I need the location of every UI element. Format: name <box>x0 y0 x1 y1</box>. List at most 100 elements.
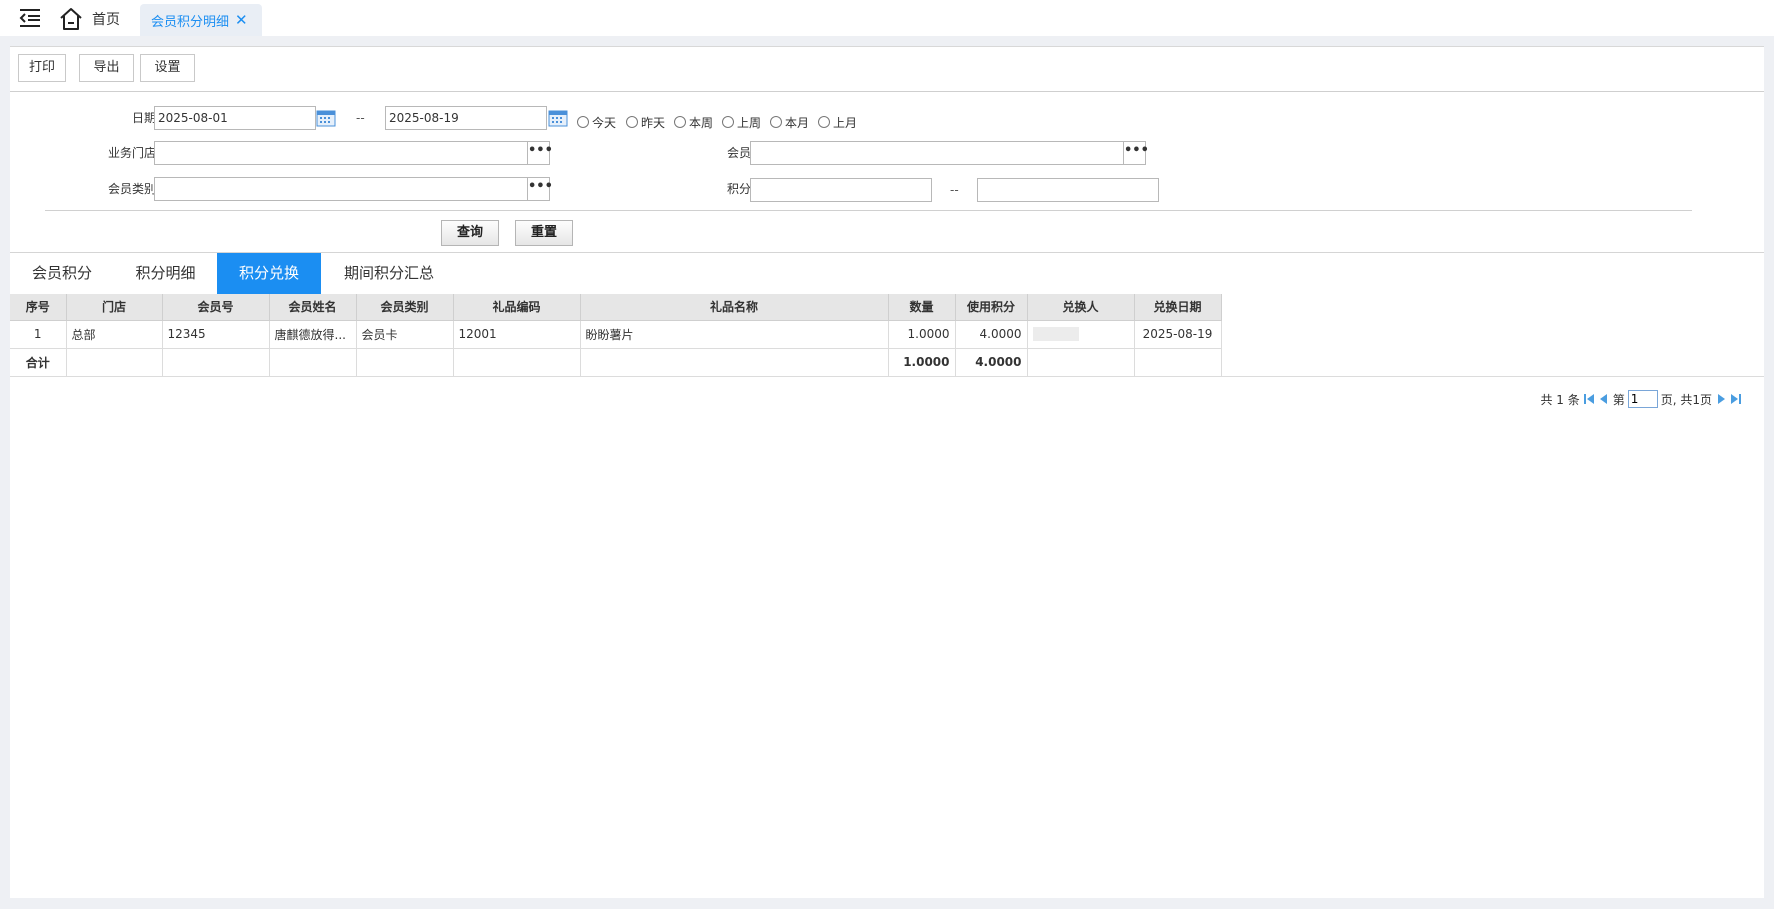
cell-gift-name: 盼盼薯片 <box>580 320 889 349</box>
radio-this-month[interactable]: 本月 <box>770 113 809 131</box>
radio-label: 本月 <box>785 115 810 130</box>
column-header[interactable]: 门店 <box>66 294 163 321</box>
store-input[interactable] <box>154 141 528 165</box>
tab-points-redemption[interactable]: 积分兑换 <box>217 253 321 294</box>
cell-store: 总部 <box>66 320 163 349</box>
table-header-row: 序号 门店 会员号 会员姓名 会员类别 礼品编码 礼品名称 数量 使用积分 兑换… <box>10 294 1222 321</box>
column-header[interactable]: 会员类别 <box>356 294 454 321</box>
points-range-separator: -- <box>950 183 959 197</box>
member-type-input[interactable] <box>154 177 528 201</box>
total-qty: 1.0000 <box>888 348 956 377</box>
cell-member-type: 会员卡 <box>356 320 454 349</box>
main-panel: 打印 导出 设置 日期: 2025-08-01 -- 2025-08-19 今天… <box>10 46 1764 898</box>
cell-member-no: 12345 <box>162 320 270 349</box>
calendar-icon[interactable] <box>548 109 568 127</box>
prev-page-icon[interactable] <box>1598 393 1610 405</box>
radio-label: 本周 <box>689 115 714 130</box>
member-type-picker-button[interactable]: ••• <box>527 177 553 201</box>
radio-label: 今天 <box>592 115 617 130</box>
store-label: 业务门店: <box>107 146 160 160</box>
redacted-value <box>1032 327 1079 342</box>
radio-label: 上月 <box>833 115 858 130</box>
date-range-separator: -- <box>356 111 365 125</box>
page-number-input[interactable] <box>1627 390 1658 408</box>
column-header[interactable]: 会员号 <box>162 294 270 321</box>
print-button[interactable]: 打印 <box>18 54 66 82</box>
points-to-input[interactable] <box>977 178 1159 202</box>
radio-label: 昨天 <box>641 115 666 130</box>
table-row[interactable]: 1 总部 12345 唐麒德放得... 会员卡 12001 盼盼薯片 1.000… <box>10 320 1222 349</box>
column-header[interactable]: 使用积分 <box>955 294 1028 321</box>
store-picker-button[interactable]: ••• <box>527 141 553 165</box>
cell-redeemer <box>1027 320 1135 349</box>
radio-last-week[interactable]: 上周 <box>722 113 761 131</box>
column-header[interactable]: 礼品编码 <box>453 294 581 321</box>
total-empty-cell <box>356 348 454 377</box>
page-prefix: 第 <box>1612 392 1625 407</box>
pager: 共 1 条 第 页, 共1页 <box>1540 389 1742 409</box>
radio-circle <box>577 116 589 128</box>
toolbar: 打印 导出 设置 <box>10 47 1764 92</box>
first-page-icon[interactable] <box>1583 393 1595 405</box>
total-empty-cell <box>1134 348 1222 377</box>
points-label: 积分: <box>726 182 755 196</box>
radio-this-week[interactable]: 本周 <box>674 113 713 131</box>
settings-button[interactable]: 设置 <box>140 54 195 82</box>
total-empty-cell <box>1027 348 1135 377</box>
redemption-table: 序号 门店 会员号 会员姓名 会员类别 礼品编码 礼品名称 数量 使用积分 兑换… <box>10 294 1222 377</box>
radio-yesterday[interactable]: 昨天 <box>626 113 665 131</box>
menu-collapse-icon[interactable] <box>18 8 42 28</box>
radio-today[interactable]: 今天 <box>577 113 616 131</box>
member-type-label: 会员类别: <box>107 182 160 196</box>
last-page-icon[interactable] <box>1730 393 1742 405</box>
member-input[interactable] <box>750 141 1124 165</box>
export-button[interactable]: 导出 <box>79 54 134 82</box>
active-tab-label: 会员积分明细 <box>151 14 230 30</box>
query-button[interactable]: 查询 <box>441 220 499 246</box>
tab-period-points-summary[interactable]: 期间积分汇总 <box>321 253 457 294</box>
radio-last-month[interactable]: 上月 <box>818 113 857 131</box>
grid-bottom-line <box>10 376 1764 377</box>
total-empty-cell <box>453 348 581 377</box>
column-header[interactable]: 数量 <box>888 294 956 321</box>
column-header[interactable]: 序号 <box>10 294 67 321</box>
tab-member-points[interactable]: 会员积分 <box>10 253 114 294</box>
total-empty-cell <box>66 348 163 377</box>
column-header[interactable]: 礼品名称 <box>580 294 889 321</box>
cell-date: 2025-08-19 <box>1134 320 1222 349</box>
cell-member-name: 唐麒德放得... <box>269 320 357 349</box>
calendar-icon[interactable] <box>316 109 336 127</box>
radio-circle <box>626 116 638 128</box>
home-tab-label: 首页 <box>92 12 120 28</box>
radio-circle <box>818 116 830 128</box>
reset-button[interactable]: 重置 <box>515 220 573 246</box>
column-header[interactable]: 兑换人 <box>1027 294 1135 321</box>
member-picker-button[interactable]: ••• <box>1123 141 1149 165</box>
page-suffix: 页, 共1页 <box>1660 392 1712 407</box>
points-from-input[interactable] <box>750 178 932 202</box>
total-empty-cell <box>580 348 889 377</box>
tab-home[interactable]: 首页 <box>58 6 120 32</box>
cell-points: 4.0000 <box>955 320 1028 349</box>
total-count: 共 1 条 <box>1540 392 1580 407</box>
total-empty-cell <box>269 348 357 377</box>
radio-label: 上周 <box>737 115 762 130</box>
close-tab-icon[interactable]: ✕ <box>235 12 248 28</box>
total-label: 合计 <box>10 348 67 377</box>
total-row: 合计 1.0000 4.0000 <box>10 348 1222 377</box>
total-empty-cell <box>162 348 270 377</box>
tab-points-detail[interactable]: 积分明细 <box>114 253 217 294</box>
next-page-icon[interactable] <box>1715 393 1727 405</box>
cell-no: 1 <box>10 320 67 349</box>
top-tab-bar: 首页 会员积分明细 ✕ <box>0 0 1774 36</box>
column-header[interactable]: 会员姓名 <box>269 294 357 321</box>
radio-circle <box>674 116 686 128</box>
column-header[interactable]: 兑换日期 <box>1134 294 1222 321</box>
date-to-input[interactable]: 2025-08-19 <box>385 106 547 130</box>
home-icon <box>60 8 82 30</box>
section-tabs: 会员积分 积分明细 积分兑换 期间积分汇总 <box>10 252 1764 294</box>
date-from-input[interactable]: 2025-08-01 <box>154 106 316 130</box>
tab-member-points-detail[interactable]: 会员积分明细 ✕ <box>140 4 262 36</box>
date-label: 日期: <box>131 111 160 125</box>
member-label: 会员: <box>726 146 755 160</box>
